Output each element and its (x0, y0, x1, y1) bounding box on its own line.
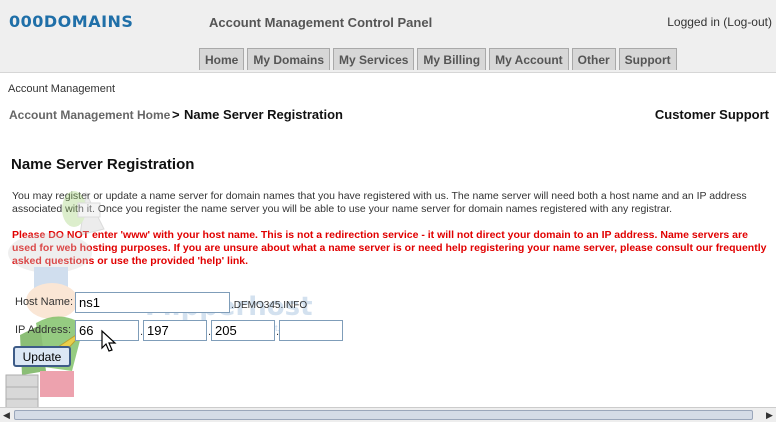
top-header: 000DOMAINS Account Management Control Pa… (0, 0, 776, 73)
tab-support[interactable]: Support (618, 48, 677, 70)
update-button[interactable]: Update (13, 346, 71, 367)
scroll-right-icon[interactable]: ▶ (763, 409, 776, 421)
tab-my-services[interactable]: My Services (333, 48, 415, 70)
tab-my-account[interactable]: My Account (489, 48, 569, 70)
host-name-label: Host Name: (15, 296, 74, 308)
scrollbar-thumb[interactable] (14, 410, 753, 420)
tab-other[interactable]: Other (571, 48, 616, 70)
ip-octet-4-input[interactable] (279, 320, 343, 341)
section-label: Account Management (8, 83, 116, 95)
brand-logo[interactable]: 000DOMAINS (9, 12, 133, 31)
ip-octet-1-input[interactable] (75, 320, 139, 341)
login-status: Logged in (Log-out) (667, 15, 772, 29)
logout-link[interactable]: (Log-out) (723, 15, 772, 29)
scroll-left-icon[interactable]: ◀ (0, 409, 13, 421)
ip-address-label: IP Address: (15, 324, 72, 336)
ip-octet-3-input[interactable] (211, 320, 275, 341)
breadcrumb: Account Management Home > Name Server Re… (9, 107, 769, 125)
host-name-input[interactable] (75, 292, 230, 313)
logged-in-text: Logged in (667, 15, 720, 29)
page-title: Name Server Registration (11, 156, 195, 173)
horizontal-scrollbar[interactable]: ◀ ▶ (0, 407, 776, 422)
breadcrumb-separator: > (172, 107, 180, 122)
ip-octet-2-input[interactable] (143, 320, 207, 341)
tab-home[interactable]: Home (199, 48, 245, 70)
panel-title: Account Management Control Panel (209, 15, 433, 30)
tab-my-domains[interactable]: My Domains (247, 48, 331, 70)
host-domain-suffix: .DEMO345.INFO (231, 300, 308, 311)
warning-text: Please DO NOT enter 'www' with your host… (12, 229, 767, 267)
breadcrumb-home-link[interactable]: Account Management Home (9, 108, 170, 122)
main-nav-tabs: Home My Domains My Services My Billing M… (199, 48, 677, 70)
customer-support-link[interactable]: Customer Support (655, 107, 769, 122)
intro-text: You may register or update a name server… (12, 190, 747, 215)
tab-my-billing[interactable]: My Billing (417, 48, 487, 70)
breadcrumb-current: Name Server Registration (184, 107, 343, 122)
